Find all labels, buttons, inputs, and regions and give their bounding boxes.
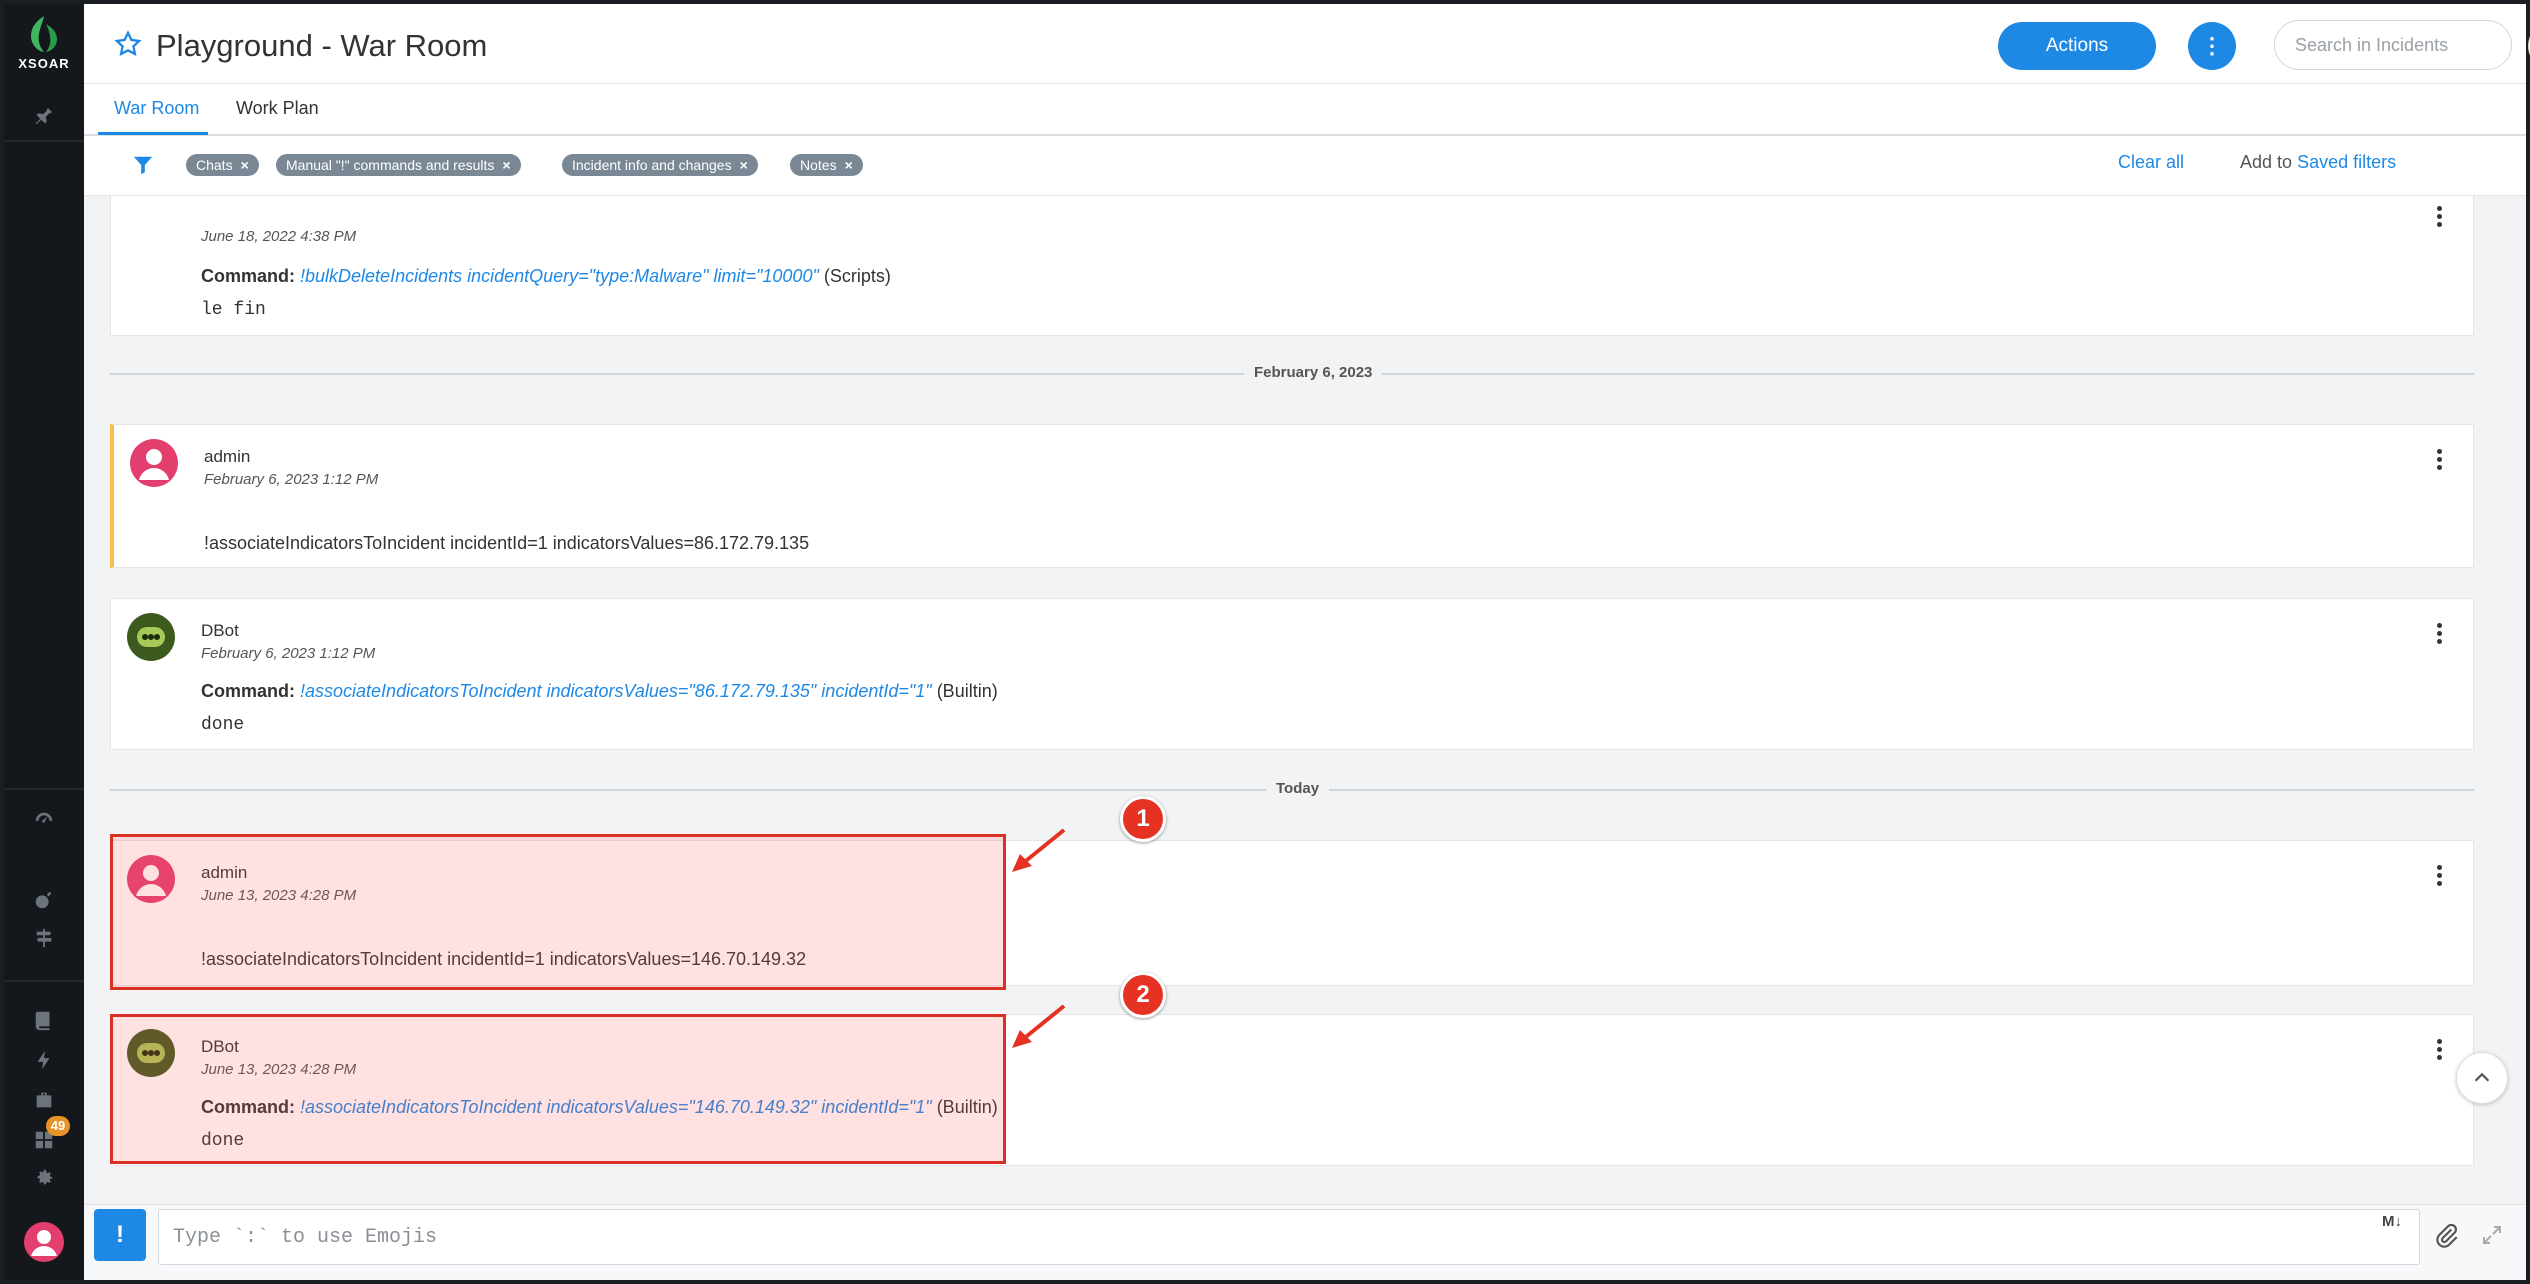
filter-funnel-icon[interactable] — [132, 154, 154, 176]
user-avatar[interactable] — [24, 1222, 64, 1262]
chip-close-icon[interactable]: × — [740, 157, 748, 173]
scroll-to-top-button[interactable] — [2456, 1052, 2508, 1104]
add-to-saved-filters-link[interactable]: Add to Saved filters — [2240, 152, 2396, 173]
entry-menu-icon[interactable] — [2435, 206, 2443, 230]
message-composer: ! M↓ — [84, 1204, 2526, 1280]
command-source: (Scripts) — [823, 266, 891, 286]
sidebar-divider — [4, 140, 84, 142]
page-header: Playground - War Room Actions ⋮ ? — [84, 4, 2530, 84]
chip-label: Notes — [800, 157, 837, 173]
automation-bolt-icon[interactable] — [28, 1044, 60, 1076]
annotation-highlight-box — [110, 834, 1006, 990]
admin-avatar — [130, 439, 178, 487]
war-room-entry: June 18, 2022 4:38 PM Command: !bulkDele… — [110, 196, 2474, 336]
chip-close-icon[interactable]: × — [845, 157, 853, 173]
actions-button[interactable]: Actions — [1998, 22, 2156, 70]
playbooks-book-icon[interactable] — [28, 1004, 60, 1036]
expand-icon[interactable] — [2480, 1223, 2504, 1247]
entry-command: Command: !associateIndicatorsToIncident … — [201, 681, 998, 702]
jobs-signpost-icon[interactable] — [28, 922, 60, 954]
entry-command: Command: !bulkDeleteIncidents incidentQu… — [201, 266, 891, 287]
notification-badge: 49 — [46, 1116, 70, 1136]
xsoar-logo[interactable]: XSOAR — [4, 14, 84, 84]
chip-label: Incident info and changes — [572, 157, 732, 173]
war-room-entry: DBot February 6, 2023 1:12 PM Command: !… — [110, 598, 2474, 750]
markdown-toggle[interactable]: M↓ — [2382, 1213, 2402, 1230]
filter-bar: Chats × Manual "!" commands and results × … — [84, 136, 2526, 196]
entry-menu-icon[interactable] — [2435, 449, 2443, 473]
pin-icon[interactable] — [28, 100, 60, 132]
chip-close-icon[interactable]: × — [502, 157, 510, 173]
tab-work-plan[interactable]: Work Plan — [236, 98, 319, 119]
entry-menu-icon[interactable] — [2435, 1039, 2443, 1063]
dbot-avatar — [127, 613, 175, 661]
date-divider: February 6, 2023 — [110, 364, 2474, 381]
marketplace-briefcase-icon[interactable] — [28, 1084, 60, 1116]
annotation-arrow-icon — [1012, 1004, 1066, 1048]
filter-chip-notes[interactable]: Notes × — [790, 154, 863, 176]
command-text[interactable]: !associateIndicatorsToIncident indicator… — [300, 681, 932, 701]
tab-war-room[interactable]: War Room — [114, 98, 199, 119]
filter-chip-manual-commands[interactable]: Manual "!" commands and results × — [276, 154, 521, 176]
command-mode-button[interactable]: ! — [94, 1209, 146, 1261]
sidebar: XSOAR 49 — [4, 4, 84, 1280]
annotation-arrow-icon — [1012, 828, 1066, 872]
xsoar-logo-icon — [31, 16, 57, 52]
command-text[interactable]: !bulkDeleteIncidents incidentQuery="type… — [300, 266, 819, 286]
entry-timestamp: February 6, 2023 1:12 PM — [204, 471, 379, 488]
clear-all-link[interactable]: Clear all — [2118, 152, 2184, 173]
user-silhouette-icon — [31, 1230, 57, 1256]
page-title: Playground - War Room — [156, 28, 488, 63]
entry-text: !associateIndicatorsToIncident incidentI… — [204, 533, 810, 553]
saved-filters-text: Saved filters — [2297, 152, 2397, 172]
chip-label: Manual "!" commands and results — [286, 157, 495, 173]
entry-timestamp: June 18, 2022 4:38 PM — [201, 228, 357, 245]
entry-username: admin — [204, 447, 251, 466]
command-source: (Builtin) — [936, 681, 998, 701]
attachment-paperclip-icon[interactable] — [2434, 1223, 2460, 1249]
settings-gear-icon[interactable] — [28, 1162, 60, 1194]
annotation-highlight-box — [110, 1014, 1006, 1164]
entry-result: le fin — [201, 300, 266, 320]
date-divider: Today — [110, 780, 2474, 797]
chevron-up-icon — [2474, 1072, 2490, 1082]
entry-timestamp: February 6, 2023 1:12 PM — [201, 645, 376, 662]
message-input[interactable] — [158, 1209, 2420, 1265]
add-to-text: Add to — [2240, 152, 2293, 172]
filter-chip-chats[interactable]: Chats × — [186, 154, 259, 176]
filter-chip-incident-info[interactable]: Incident info and changes × — [562, 154, 758, 176]
more-options-button[interactable]: ⋮ — [2188, 22, 2236, 70]
entry-username: DBot — [201, 621, 239, 640]
date-divider-label: February 6, 2023 — [1244, 364, 1383, 381]
search-incidents-input[interactable] — [2274, 20, 2512, 70]
entry-menu-icon[interactable] — [2435, 623, 2443, 647]
logo-text: XSOAR — [18, 56, 70, 71]
tab-bar: War Room Work Plan — [84, 84, 2526, 136]
entry-menu-icon[interactable] — [2435, 865, 2443, 889]
entry-result: done — [201, 715, 245, 735]
date-divider-label: Today — [1266, 780, 1330, 797]
sidebar-divider — [4, 788, 84, 790]
favorite-star-icon[interactable] — [114, 30, 142, 58]
command-label: Command: — [201, 266, 295, 286]
chip-label: Chats — [196, 157, 233, 173]
chip-close-icon[interactable]: × — [241, 157, 249, 173]
war-room-timeline: June 18, 2022 4:38 PM Command: !bulkDele… — [84, 196, 2526, 1204]
command-label: Command: — [201, 681, 295, 701]
incidents-bomb-icon[interactable] — [28, 884, 60, 916]
annotation-marker: 2 — [1120, 972, 1166, 1018]
dashboard-gauge-icon[interactable] — [28, 804, 60, 836]
war-room-entry: admin February 6, 2023 1:12 PM !associat… — [110, 424, 2474, 568]
dbot-robot-icon — [137, 627, 165, 647]
active-tab-indicator — [98, 132, 208, 135]
sidebar-divider — [4, 980, 84, 982]
user-silhouette-icon — [139, 449, 169, 480]
annotation-marker: 1 — [1120, 796, 1166, 842]
